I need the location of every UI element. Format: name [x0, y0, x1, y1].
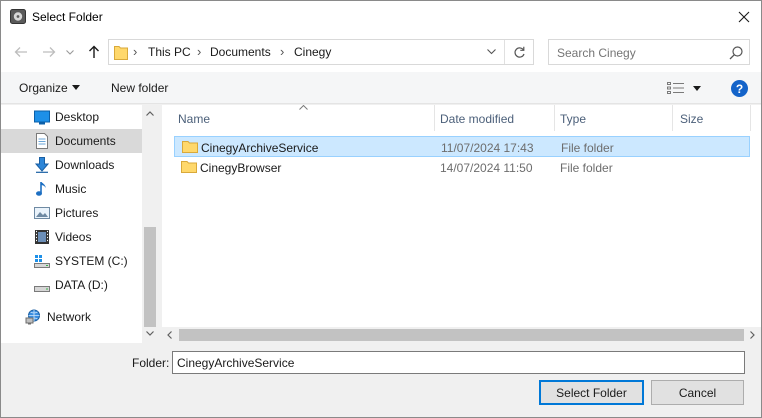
breadcrumb-separator: › [280, 44, 285, 59]
column-header-type[interactable]: Type [555, 105, 672, 131]
drive-icon [34, 286, 50, 292]
breadcrumb-documents[interactable]: Documents [210, 45, 271, 59]
breadcrumb-this-pc[interactable]: This PC [148, 45, 191, 59]
search-input[interactable] [557, 45, 727, 61]
select-folder-button[interactable]: Select Folder [539, 380, 644, 405]
breadcrumb-separator: › [197, 44, 202, 59]
column-header-label: Type [560, 112, 587, 126]
address-bar[interactable]: › This PC › Documents › Cinegy [108, 39, 534, 65]
chevron-down-icon [66, 49, 74, 55]
column-header-label: Size [680, 112, 704, 126]
cancel-button[interactable]: Cancel [651, 380, 744, 405]
navigation-pane-scrollbar[interactable] [142, 105, 158, 343]
refresh-icon [513, 46, 525, 58]
sidebar-item-label: Pictures [55, 206, 99, 220]
folder-icon [114, 46, 128, 60]
window-title: Select Folder [32, 10, 103, 24]
scroll-left-icon[interactable] [167, 331, 172, 339]
sort-ascending-icon [299, 105, 308, 110]
column-header-date-modified[interactable]: Date modified [435, 105, 554, 131]
select-folder-dialog: Select Folder › This PC › Documents › Ci… [0, 0, 762, 418]
videos-icon [35, 230, 49, 244]
column-divider[interactable] [750, 105, 751, 131]
details-view-icon[interactable] [667, 82, 685, 94]
file-date: 14/07/2024 11:50 [440, 161, 533, 175]
folder-icon [182, 141, 198, 153]
sidebar-item-desktop[interactable]: Desktop [1, 105, 142, 129]
recent-locations-button[interactable] [64, 41, 76, 63]
file-list-horizontal-scrollbar[interactable] [162, 327, 761, 343]
disk-folder-icon [10, 9, 26, 24]
sidebar-item-data-d[interactable]: DATA (D:) [1, 273, 142, 297]
scrollbar-thumb[interactable] [144, 227, 156, 327]
folder-name-input[interactable] [172, 351, 745, 374]
sidebar-item-label: Documents [55, 134, 116, 148]
column-header-size[interactable]: Size [673, 105, 750, 131]
help-button[interactable]: ? [731, 80, 748, 97]
caret-down-icon[interactable] [693, 86, 701, 91]
new-folder-button[interactable]: New folder [111, 81, 168, 95]
music-icon [36, 182, 46, 196]
navigation-bar: › This PC › Documents › Cinegy [1, 32, 761, 72]
pictures-icon [34, 207, 50, 219]
sidebar-item-system-c[interactable]: SYSTEM (C:) [1, 249, 142, 273]
refresh-button[interactable] [508, 42, 530, 62]
file-row[interactable]: CinegyArchiveService 11/07/2024 17:43 Fi… [174, 136, 750, 157]
column-header-name[interactable]: Name [162, 105, 434, 131]
file-list: Name Date modified Type Size CinegyArchi… [162, 105, 761, 343]
column-header-label: Name [178, 112, 211, 126]
sidebar-item-label: Network [47, 310, 92, 324]
organize-button[interactable]: Organize [19, 81, 68, 95]
folder-icon [181, 161, 197, 173]
file-type: File folder [560, 161, 613, 175]
close-icon [738, 11, 750, 22]
scrollbar-thumb[interactable] [179, 329, 744, 341]
file-name: CinegyArchiveService [201, 141, 319, 155]
address-divider [504, 40, 505, 64]
sidebar-item-label: DATA (D:) [55, 278, 108, 292]
sidebar-item-documents[interactable]: Documents [1, 129, 142, 153]
sidebar-item-label: Downloads [55, 158, 115, 172]
scroll-right-icon[interactable] [750, 331, 755, 339]
sidebar-item-network[interactable]: Network [1, 305, 142, 329]
file-row[interactable]: CinegyBrowser 14/07/2024 11:50 File fold… [174, 157, 750, 178]
breadcrumb-separator: › [133, 44, 138, 59]
scroll-up-icon[interactable] [146, 111, 154, 116]
sidebar-item-label: Music [55, 182, 87, 196]
sidebar-item-downloads[interactable]: Downloads [1, 153, 142, 177]
back-arrow-icon [14, 47, 27, 57]
network-icon [25, 309, 40, 325]
close-button[interactable] [727, 1, 761, 32]
column-header-label: Date modified [440, 112, 515, 126]
file-name: CinegyBrowser [200, 161, 282, 175]
documents-icon [36, 133, 48, 149]
system-drive-icon [34, 255, 50, 268]
title-bar: Select Folder [1, 1, 761, 32]
sidebar-item-pictures[interactable]: Pictures [1, 201, 142, 225]
sidebar-item-label: Videos [55, 230, 92, 244]
address-dropdown-button[interactable] [481, 43, 501, 61]
breadcrumb-cinegy[interactable]: Cinegy [294, 45, 331, 59]
up-button[interactable] [84, 41, 104, 63]
desktop-icon [34, 110, 50, 125]
sidebar-item-music[interactable]: Music [1, 177, 142, 201]
folder-label: Folder: [132, 356, 170, 370]
navigation-pane: Desktop Documents Downloads Music Pictur… [1, 105, 158, 343]
forward-arrow-icon [43, 47, 56, 57]
sidebar-item-label: SYSTEM (C:) [55, 254, 128, 268]
downloads-icon [34, 157, 50, 173]
sidebar-item-videos[interactable]: Videos [1, 225, 142, 249]
back-button[interactable] [11, 41, 31, 63]
caret-down-icon [72, 85, 80, 90]
up-arrow-icon [89, 45, 99, 58]
search-icon [729, 46, 743, 60]
forward-button[interactable] [39, 41, 59, 63]
search-box[interactable] [548, 39, 750, 65]
file-date: 11/07/2024 17:43 [441, 141, 534, 155]
sidebar-item-label: Desktop [55, 110, 100, 124]
chevron-down-icon [486, 49, 496, 55]
scroll-down-icon[interactable] [146, 331, 154, 336]
file-type: File folder [561, 141, 614, 155]
command-bar: Organize New folder ? [1, 72, 761, 104]
